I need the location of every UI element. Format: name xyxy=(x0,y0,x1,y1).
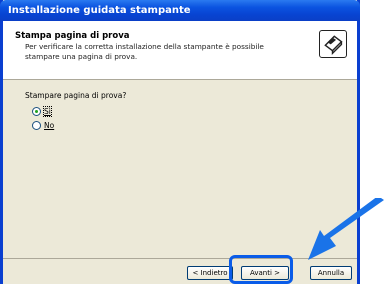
cancel-button[interactable]: Annulla xyxy=(310,266,352,280)
title-bar: Installazione guidata stampante xyxy=(0,0,360,21)
back-button[interactable]: < Indietro xyxy=(187,266,233,280)
option-no[interactable]: No xyxy=(32,121,54,130)
option-yes[interactable]: Sì xyxy=(32,106,52,117)
pointer-arrow-icon xyxy=(308,198,384,260)
option-yes-label[interactable]: Sì xyxy=(43,106,52,117)
radio-yes[interactable] xyxy=(32,107,41,116)
option-no-label[interactable]: No xyxy=(44,121,54,130)
printer-icon xyxy=(319,30,347,58)
header-title: Stampa pagina di prova xyxy=(15,31,130,41)
radio-no[interactable] xyxy=(32,121,41,130)
question-label: Stampare pagina di prova? xyxy=(25,91,127,100)
window-title: Installazione guidata stampante xyxy=(8,5,191,16)
next-button-highlight xyxy=(229,255,293,284)
header-description: Per verificare la corretta installazione… xyxy=(25,42,264,61)
wizard-header: Stampa pagina di prova Per verificare la… xyxy=(3,21,357,80)
